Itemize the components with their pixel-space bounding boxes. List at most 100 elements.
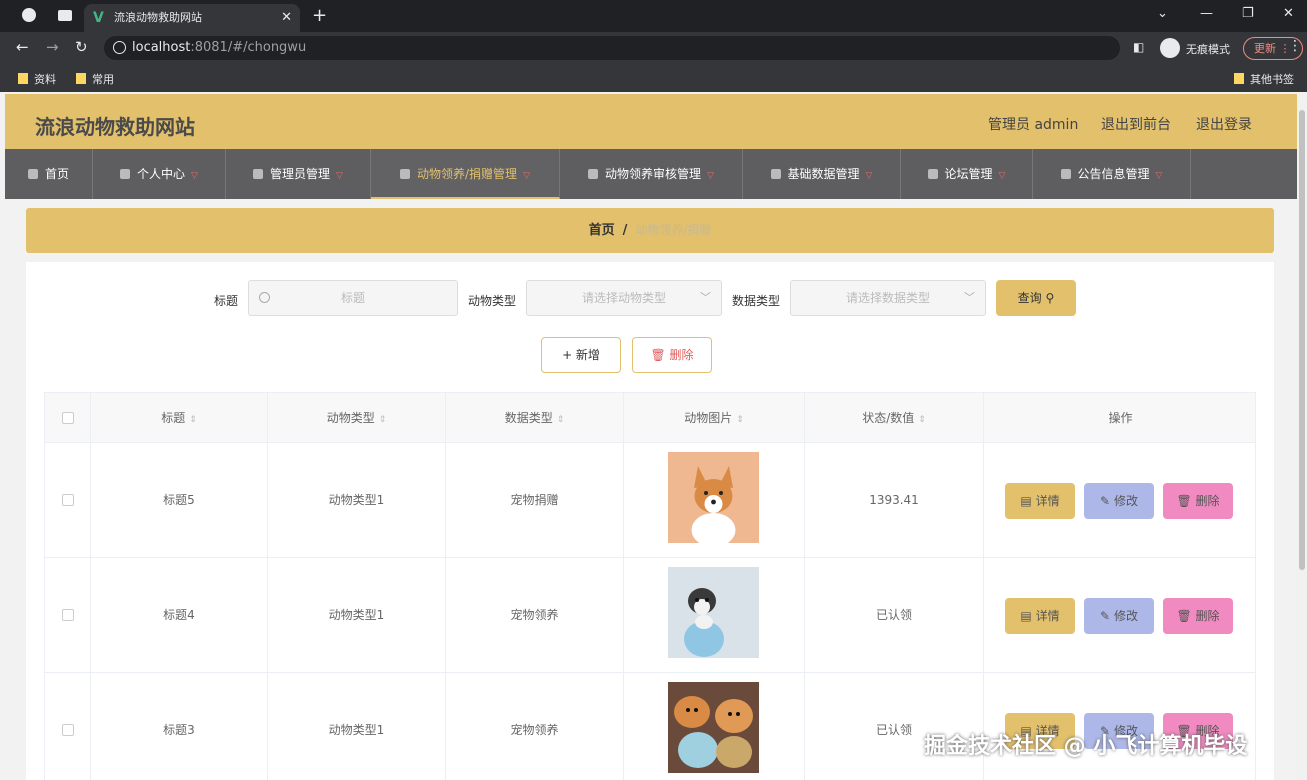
sidepanel-icon[interactable]: ◧: [1133, 40, 1144, 54]
bookmark-folder[interactable]: 资料: [18, 71, 56, 87]
row-select-cell: [45, 673, 91, 780]
table-header: 标题 ⇕ 动物类型 ⇕ 数据类型 ⇕ 动物图片 ⇕ 状态/数值 ⇕ 操作: [45, 393, 1255, 443]
sort-icon[interactable]: ⇕: [189, 415, 197, 425]
chevron-down-icon: ▽: [865, 171, 873, 181]
browser-tab-strip: V 流浪动物救助网站 ✕ + ⌄ — ❐ ✕: [0, 0, 1307, 32]
tab-search-icon[interactable]: [58, 10, 72, 21]
update-button[interactable]: 更新 ⋮: [1243, 37, 1303, 60]
status-cell: 1393.41: [805, 443, 984, 558]
table-row: 标题3 动物类型1 宠物领养 已认领 ▤ 详情 ✎ 修改 🗑 删除: [45, 673, 1255, 780]
query-button[interactable]: 查询 ⚲: [996, 280, 1076, 316]
batch-delete-button[interactable]: 🗑 删除: [632, 337, 712, 373]
data-type-cell: 宠物领养: [446, 673, 624, 780]
menu-item-forum[interactable]: 论坛管理 ▽: [901, 149, 1033, 199]
delete-button[interactable]: 🗑 删除: [1163, 483, 1233, 519]
breadcrumb-separator: /: [622, 223, 628, 238]
column-header[interactable]: 动物图片 ⇕: [624, 393, 805, 443]
header-label: 数据类型: [504, 411, 553, 425]
query-label: 查询: [1017, 291, 1042, 305]
column-header[interactable]: 标题 ⇕: [91, 393, 268, 443]
title-placeholder: 标题: [340, 291, 365, 305]
info-icon[interactable]: [113, 41, 126, 54]
minimize-icon[interactable]: —: [1200, 6, 1213, 21]
admin-label: 管理员 admin: [988, 117, 1079, 133]
bookmark-folder[interactable]: 常用: [76, 71, 114, 87]
image-cell: [624, 558, 805, 673]
status-cell: 已认领: [805, 558, 984, 673]
menu-item-admin[interactable]: 管理员管理 ▽: [226, 149, 371, 199]
watermark: 掘金技术社区 @ 小飞计算机毕设: [924, 734, 1248, 759]
detail-button[interactable]: ▤ 详情: [1005, 483, 1075, 519]
animal-type-cell: 动物类型1: [268, 673, 446, 780]
menu-label: 基础数据管理: [787, 167, 860, 181]
row-checkbox[interactable]: [62, 724, 74, 736]
actions-cell: ▤ 详情 ✎ 修改 🗑 删除: [984, 558, 1255, 673]
animal-photo[interactable]: [668, 567, 759, 658]
select-all-checkbox[interactable]: [62, 412, 74, 424]
sort-icon[interactable]: ⇕: [379, 415, 387, 425]
web-page: 流浪动物救助网站 管理员 admin 退出到前台 退出登录 首页 个人中心 ▽ 管…: [5, 94, 1297, 780]
table-row: 标题4 动物类型1 宠物领养 已认领 ▤ 详情 ✎ 修改 🗑 删除: [45, 558, 1255, 673]
detail-button[interactable]: ▤ 详情: [1005, 598, 1075, 634]
data-type-cell: 宠物领养: [446, 558, 624, 673]
menu-item-review[interactable]: 动物领养审核管理 ▽: [560, 149, 743, 199]
scrollbar-thumb[interactable]: [1299, 110, 1305, 570]
animal-type-label: 动物类型: [468, 294, 517, 308]
chevron-down-icon: ▽: [191, 171, 198, 181]
menu-item-adoption[interactable]: 动物领养/捐赠管理 ▽: [371, 149, 560, 199]
animal-type-select[interactable]: 请选择动物类型 ﹀: [526, 280, 722, 316]
animal-type-placeholder: 请选择动物类型: [581, 291, 666, 305]
sort-icon[interactable]: ⇕: [736, 415, 744, 425]
add-button[interactable]: + 新增: [541, 337, 621, 373]
other-bookmarks[interactable]: 其他书签: [1234, 71, 1294, 87]
data-type-select[interactable]: 请选择数据类型 ﹀: [790, 280, 986, 316]
pencil-icon: ✎: [1100, 494, 1111, 508]
logout-link[interactable]: 退出登录: [1196, 114, 1252, 134]
edit-button[interactable]: ✎ 修改: [1084, 598, 1154, 634]
sort-icon[interactable]: ⇕: [918, 415, 926, 425]
bookmarks-bar: 资料 常用 其他书签: [0, 64, 1307, 92]
header-label: 状态/数值: [862, 411, 915, 425]
chevron-down-icon[interactable]: ⌄: [1157, 6, 1168, 21]
edit-button[interactable]: ✎ 修改: [1084, 483, 1154, 519]
title-search-input[interactable]: 标题: [248, 280, 458, 316]
to-front-link[interactable]: 退出到前台: [1101, 114, 1171, 134]
actions-cell: ▤ 详情 ✎ 修改 🗑 删除: [984, 673, 1255, 780]
url-text[interactable]: localhost:8081/#/chongwu: [132, 40, 306, 55]
animal-photo[interactable]: [668, 682, 759, 773]
forward-icon[interactable]: →: [46, 38, 59, 56]
menu-label: 公告信息管理: [1077, 167, 1150, 181]
image-cell: [624, 673, 805, 780]
close-window-icon[interactable]: ✕: [1283, 6, 1294, 21]
column-header[interactable]: 数据类型 ⇕: [446, 393, 624, 443]
column-header[interactable]: 动物类型 ⇕: [268, 393, 446, 443]
breadcrumb-home[interactable]: 首页: [589, 223, 615, 238]
send-icon: [588, 169, 599, 179]
delete-button[interactable]: 🗑 删除: [1163, 598, 1233, 634]
back-icon[interactable]: ←: [16, 38, 29, 56]
sliders-icon: [400, 169, 411, 179]
globe-icon[interactable]: [22, 8, 36, 22]
bookmark-label: 常用: [92, 73, 114, 86]
edit-label: 修改: [1113, 494, 1138, 508]
row-checkbox[interactable]: [62, 609, 74, 621]
browser-tab[interactable]: V 流浪动物救助网站 ✕: [84, 4, 300, 32]
detail-label: 详情: [1035, 494, 1060, 508]
reload-icon[interactable]: ↻: [75, 38, 88, 56]
menu-item-basic-data[interactable]: 基础数据管理 ▽: [743, 149, 901, 199]
row-checkbox[interactable]: [62, 494, 74, 506]
menu-label: 动物领养审核管理: [605, 167, 702, 181]
new-tab-icon[interactable]: +: [312, 4, 327, 28]
menu-item-personal[interactable]: 个人中心 ▽: [93, 149, 226, 199]
url-path: :8081/#/chongwu: [190, 40, 307, 55]
restore-icon[interactable]: ❐: [1242, 6, 1254, 21]
sort-icon[interactable]: ⇕: [557, 415, 565, 425]
detail-label: 详情: [1035, 609, 1060, 623]
column-header[interactable]: 状态/数值 ⇕: [805, 393, 984, 443]
animal-photo[interactable]: [668, 452, 759, 543]
close-tab-icon[interactable]: ✕: [281, 4, 292, 32]
animal-type-cell: 动物类型1: [268, 443, 446, 558]
menu-item-notice[interactable]: 公告信息管理 ▽: [1033, 149, 1191, 199]
header-label: 操作: [1108, 411, 1133, 425]
menu-item-home[interactable]: 首页: [5, 149, 93, 199]
